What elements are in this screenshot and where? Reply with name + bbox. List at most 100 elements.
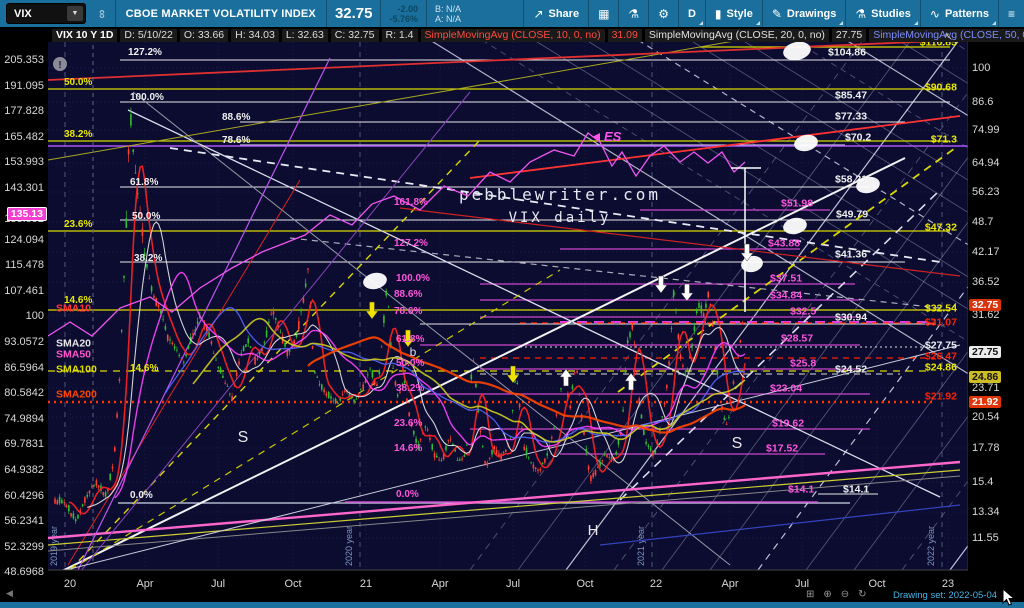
timeframe-button[interactable]: D	[679, 0, 705, 27]
candle	[419, 439, 422, 441]
left-price-axis[interactable]: 205.353 191.095 177.828 165.482 153.993 143.3…	[0, 27, 48, 590]
fib-label[interactable]: 50.0%	[396, 358, 424, 369]
price-level-label[interactable]: $23.04	[770, 383, 802, 395]
price-level-label[interactable]: $24.86	[925, 362, 957, 374]
price-level-label[interactable]: $32.54	[925, 303, 957, 315]
reset-zoom-icon[interactable]: ↻	[858, 589, 866, 600]
price-level-label[interactable]: $51.98	[781, 198, 813, 210]
symbol-combo-caret-icon[interactable]: ▼	[67, 6, 83, 21]
fib-label[interactable]: 0.0%	[396, 489, 419, 500]
price-level-label[interactable]: $34.84	[770, 290, 802, 302]
fib-label[interactable]: 161.8%	[394, 197, 428, 208]
style-button[interactable]: ▮ Style	[706, 0, 762, 27]
price-level-label[interactable]: $58.21	[835, 174, 867, 186]
fib-label[interactable]: 78.6%	[222, 135, 250, 146]
candle	[369, 368, 371, 370]
wave-letter[interactable]: S	[238, 429, 249, 446]
symbol-input[interactable]: VIX	[7, 8, 67, 20]
fib-label[interactable]: 61.8%	[396, 334, 424, 345]
share-button[interactable]: ↗ Share	[524, 0, 588, 27]
chart-canvas[interactable]: 2019 year 2020 year 2021 year 2022 year pebb…	[0, 0, 1024, 608]
patterns-button[interactable]: ∿ Patterns	[921, 0, 998, 27]
drawing-set-selector[interactable]: Drawing set: 2022-05-04	[893, 590, 997, 601]
price-level-label[interactable]: $14.1	[843, 484, 869, 496]
price-level-label[interactable]: $47.32	[925, 222, 957, 234]
price-level-label[interactable]: $71.3	[931, 134, 957, 146]
candle	[486, 462, 489, 466]
fib-label[interactable]: 0.0%	[130, 490, 153, 501]
wave-letter[interactable]: S	[732, 435, 743, 452]
price-level-label[interactable]: $26.47	[925, 351, 957, 363]
fib-label[interactable]: 38.2%	[396, 383, 424, 394]
fib-label[interactable]: 127.2%	[128, 47, 162, 58]
right-price-axis[interactable]: 100 86.6 74.99 64.94 56.23 48.7 42.17 36.52 31.6…	[968, 27, 1024, 590]
fib-label[interactable]: 88.6%	[222, 112, 250, 123]
scroll-left-arrow[interactable]: ◀	[6, 588, 13, 599]
fib-label[interactable]: 38.2%	[134, 253, 162, 264]
fib-label[interactable]: 23.6%	[394, 418, 422, 429]
alert-price-bubble[interactable]: 135.13	[6, 207, 47, 221]
price-level-label[interactable]: $17.52	[766, 443, 798, 455]
zoom-in-icon[interactable]: ⊕	[823, 589, 831, 600]
crosshair-style-icon[interactable]: ↖	[944, 30, 953, 43]
axis-price-bubble[interactable]: 21.92	[969, 396, 1002, 408]
chart-settings-button[interactable]: ⚙	[649, 0, 678, 27]
candle	[116, 413, 118, 418]
fib-label[interactable]: 78.6%	[394, 306, 422, 317]
fib-label[interactable]: 100.0%	[396, 273, 430, 284]
fib-label[interactable]: 23.6%	[64, 219, 92, 230]
price-level-label[interactable]: $30.94	[835, 312, 867, 324]
candle	[532, 464, 535, 469]
candle	[353, 399, 355, 403]
bid-ask: B: N/A A: N/A	[435, 4, 461, 24]
link-channel-icon[interactable]: ∞	[95, 9, 109, 18]
candle	[645, 441, 647, 445]
axis-price-bubble[interactable]: 32.75	[969, 299, 1002, 311]
price-level-label[interactable]: $28.57	[781, 333, 813, 345]
year-line-label: 2022 year	[926, 526, 936, 566]
price-level-label[interactable]: $90.68	[925, 82, 957, 94]
candle	[576, 370, 578, 373]
fib-label[interactable]: 38.2%	[64, 129, 92, 140]
price-level-label[interactable]: $70.2	[845, 132, 871, 144]
price-level-label[interactable]: $37.51	[770, 273, 802, 285]
pan-icon[interactable]: ⊞	[806, 589, 814, 600]
fib-label[interactable]: 127.2%	[394, 238, 428, 249]
price-level-label[interactable]: $104.86	[828, 47, 866, 59]
fib-label[interactable]: 50.0%	[132, 211, 160, 222]
price-level-label[interactable]: $19.62	[772, 418, 804, 430]
wave-letter[interactable]: H	[588, 522, 599, 539]
price-level-label[interactable]: $49.79	[836, 209, 868, 221]
candle	[479, 431, 482, 432]
wave-letter[interactable]: b	[410, 345, 417, 359]
symbol-combo[interactable]: VIX ▼	[6, 3, 86, 24]
fib-label[interactable]: 14.6%	[394, 443, 422, 454]
right-axis-label: 15.4	[972, 476, 994, 488]
zoom-out-icon[interactable]: ⊖	[841, 589, 849, 600]
axis-price-bubble[interactable]: 24.86	[969, 371, 1002, 383]
price-level-label[interactable]: $41.36	[835, 249, 867, 261]
studies-button[interactable]: ⚗ Studies	[846, 0, 920, 27]
fib-label[interactable]: 61.8%	[130, 177, 158, 188]
price-level-label[interactable]: $43.88	[768, 238, 800, 250]
price-level-label[interactable]: $14.1	[788, 484, 814, 496]
price-level-label[interactable]: $21.92	[925, 391, 957, 403]
price-level-label[interactable]: $25.8	[790, 358, 816, 370]
year-line-label: 2019 year	[49, 526, 59, 566]
calendar-events-button[interactable]: ▦	[589, 0, 618, 27]
drawings-button[interactable]: ✎ Drawings	[763, 0, 846, 27]
fib-label[interactable]: 100.0%	[130, 92, 164, 103]
candle	[682, 365, 684, 367]
quick-study-button[interactable]: ⚗	[619, 0, 648, 27]
price-level-label[interactable]: $85.47	[835, 90, 867, 102]
fib-label[interactable]: 14.6%	[130, 363, 158, 374]
fib-label[interactable]: 88.6%	[394, 289, 422, 300]
fib-label[interactable]: 50.0%	[64, 77, 92, 88]
price-level-label[interactable]: $31.07	[925, 317, 957, 329]
price-level-label[interactable]: $24.52	[835, 364, 867, 376]
menu-button[interactable]: ≡	[999, 0, 1024, 27]
axis-price-bubble[interactable]: 27.75	[969, 346, 1002, 358]
candle	[141, 228, 144, 236]
price-level-label[interactable]: $77.33	[835, 111, 867, 123]
price-level-label[interactable]: $32.5	[790, 306, 816, 318]
